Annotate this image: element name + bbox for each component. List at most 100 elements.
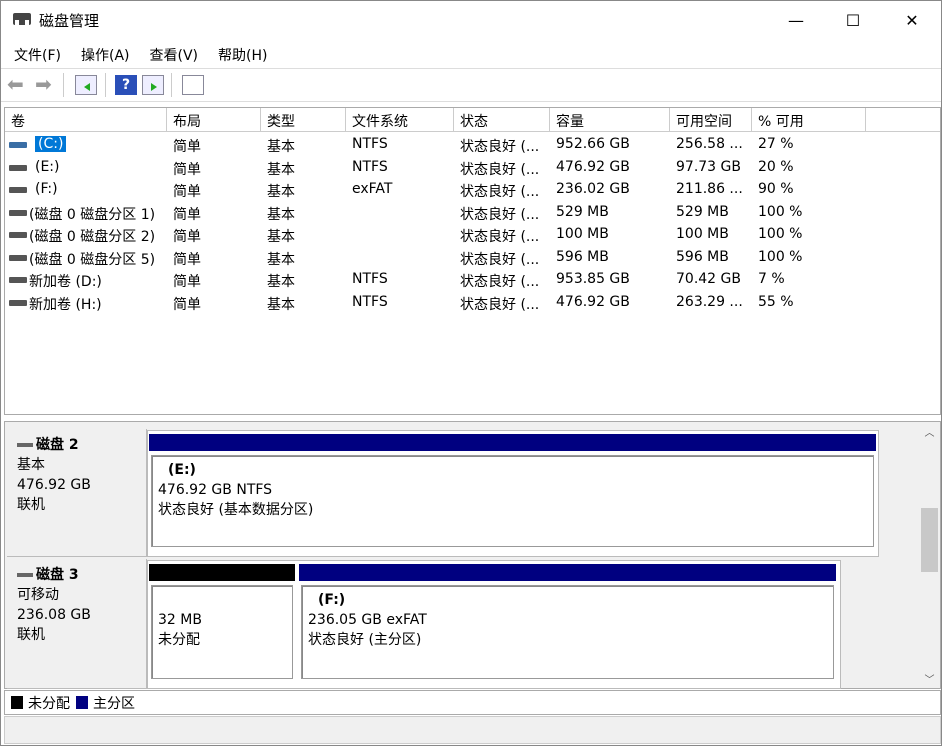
cell-status: 状态良好 (... <box>460 251 540 268</box>
drive-icon <box>9 254 27 261</box>
cell-capacity: 236.02 GB <box>556 181 630 197</box>
drive-icon <box>9 232 27 238</box>
column-header-type[interactable]: 类型 <box>261 108 346 132</box>
drive-icon <box>9 277 27 283</box>
column-header-filesystem[interactable]: 文件系统 <box>346 108 454 132</box>
cell-free-space: 100 MB <box>676 226 729 242</box>
disk-type: 可移动 <box>17 587 59 603</box>
drive-icon <box>9 187 27 193</box>
partition-primary[interactable]: (E:) 476.92 GB NTFS 状态良好 (基本数据分区) <box>151 455 874 547</box>
column-header-percent-free[interactable]: % 可用 <box>752 108 866 132</box>
drive-icon <box>9 142 27 148</box>
cell-type: 基本 <box>267 161 295 178</box>
table-row[interactable]: (磁盘 0 磁盘分区 2) 简单 基本 状态良好 (... 100 MB 100 MB 10… <box>5 224 940 246</box>
cell-filesystem: exFAT <box>352 181 393 197</box>
cell-free-space: 70.42 GB <box>676 271 741 287</box>
cell-layout: 简单 <box>173 139 201 155</box>
cell-filesystem: NTFS <box>352 158 388 175</box>
forward-arrow-icon[interactable]: ➡ <box>35 74 57 95</box>
toolbar: ⬅ ➡ ? <box>1 68 941 102</box>
cell-free-space: 263.29 ... <box>676 293 743 310</box>
table-row[interactable]: (E:) 简单 基本 NTFS 状态良好 (... 476.92 GB 97.73 GB 20… <box>5 157 940 179</box>
table-row[interactable]: 新加卷 (H:) 简单 基本 NTFS 状态良好 (... 476.92 GB 263.29… <box>5 292 940 314</box>
cell-type: 基本 <box>267 274 295 290</box>
legend: 未分配 主分区 <box>4 690 941 715</box>
partition-bar-primary <box>299 564 836 581</box>
column-header-free-space[interactable]: 可用空间 <box>670 108 752 132</box>
cell-status: 状态良好 (... <box>460 206 540 223</box>
cell-layout: 简单 <box>173 184 201 200</box>
partition-info: 476.92 GB NTFS <box>158 482 273 498</box>
menu-help[interactable]: 帮助(H) <box>205 41 267 67</box>
volume-list: 卷布局 类型 文件系统 状态 容量 可用空间% 可用 (C:) 简单 基本 NTFS 状态良好 (.… <box>4 107 941 415</box>
disk-label-1[interactable]: 磁盘 3 可移动 236.08 GB 联机 <box>7 559 147 689</box>
title-bar: 磁盘管理 — ☐ ✕ <box>1 1 941 39</box>
cell-percent-free: 100 % <box>758 203 803 220</box>
column-header-capacity[interactable]: 容量 <box>550 108 670 132</box>
cell-volume: (F:) <box>35 181 58 197</box>
cell-percent-free: 7 % <box>758 271 785 287</box>
cell-volume: (磁盘 0 磁盘分区 1) <box>29 206 156 223</box>
cell-volume: (磁盘 0 磁盘分区 2) <box>29 229 156 245</box>
column-header-layout[interactable]: 布局 <box>167 108 261 132</box>
status-bar <box>4 716 941 744</box>
scroll-up-icon[interactable]: ︿ <box>919 424 940 439</box>
table-row[interactable]: (F:) 简单 基本 exFAT 状态良好 (... 236.02 GB 211.86 ..… <box>5 179 940 201</box>
cell-capacity: 476.92 GB <box>556 293 630 310</box>
cell-layout: 简单 <box>173 206 201 223</box>
cell-percent-free: 27 % <box>758 136 794 152</box>
partition-info: 236.05 GB exFAT <box>308 612 427 628</box>
disk-label-0[interactable]: 磁盘 2 基本 476.92 GB 联机 <box>7 429 147 557</box>
disk-status: 联机 <box>17 497 45 513</box>
column-header-status[interactable]: 状态 <box>454 108 550 132</box>
cell-layout: 简单 <box>173 274 201 290</box>
menu-file[interactable]: 文件(F) <box>1 41 61 67</box>
properties-list-icon[interactable] <box>182 75 204 95</box>
show-action-pane-icon[interactable] <box>142 75 164 95</box>
menu-action[interactable]: 操作(A) <box>68 41 130 67</box>
partition-bar-unallocated <box>149 564 295 581</box>
window-title: 磁盘管理 <box>39 12 100 30</box>
vertical-scrollbar[interactable]: ︿ ﹀ <box>919 422 940 688</box>
table-row[interactable]: 新加卷 (D:) 简单 基本 NTFS 状态良好 (... 953.85 GB 70.42 … <box>5 269 940 291</box>
partition-label <box>158 590 286 610</box>
cell-layout: 简单 <box>173 161 201 178</box>
help-icon[interactable]: ? <box>115 75 137 95</box>
partition-label: (F:) <box>318 592 346 608</box>
cell-layout: 简单 <box>173 229 201 245</box>
cell-percent-free: 20 % <box>758 158 794 175</box>
column-header-volume[interactable]: 卷 <box>5 108 167 132</box>
cell-filesystem: NTFS <box>352 271 388 287</box>
cell-status: 状态良好 (... <box>460 184 540 200</box>
cell-layout: 简单 <box>173 296 201 313</box>
disk-status: 联机 <box>17 627 45 643</box>
partition-primary[interactable]: (F:) 236.05 GB exFAT 状态良好 (主分区) <box>301 585 834 679</box>
disk-icon <box>17 573 33 577</box>
table-row[interactable]: (C:) 简单 基本 NTFS 状态良好 (... 952.66 GB 256.58 ...… <box>5 134 940 156</box>
maximize-button[interactable]: ☐ <box>830 1 876 39</box>
scrollbar-thumb[interactable] <box>921 508 938 572</box>
cell-volume: (C:) <box>35 136 67 152</box>
cell-free-space: 596 MB <box>676 248 729 265</box>
cell-percent-free: 100 % <box>758 248 803 265</box>
cell-volume: 新加卷 (D:) <box>29 274 102 290</box>
scroll-down-icon[interactable]: ﹀ <box>919 671 940 686</box>
cell-percent-free: 100 % <box>758 226 803 242</box>
legend-swatch-unallocated <box>11 696 23 709</box>
table-row[interactable]: (磁盘 0 磁盘分区 5) 简单 基本 状态良好 (... 596 MB 596 MB 10… <box>5 247 940 269</box>
close-button[interactable]: ✕ <box>889 1 935 39</box>
minimize-button[interactable]: — <box>773 1 819 39</box>
disk-management-icon <box>13 13 31 25</box>
menu-bar: 文件(F) 操作(A) 查看(V) 帮助(H) <box>1 41 274 67</box>
cell-volume: (E:) <box>35 158 60 175</box>
table-row[interactable]: (磁盘 0 磁盘分区 1) 简单 基本 状态良好 (... 529 MB 529 MB 10… <box>5 202 940 224</box>
show-hide-console-tree-icon[interactable] <box>75 75 97 95</box>
legend-primary: 主分区 <box>93 695 135 712</box>
menu-view[interactable]: 查看(V) <box>137 41 199 67</box>
back-arrow-icon[interactable]: ⬅ <box>7 74 29 95</box>
disk-icon <box>17 443 33 447</box>
partition-unallocated[interactable]: 32 MB 未分配 <box>151 585 293 679</box>
cell-free-space: 211.86 ... <box>676 181 743 197</box>
cell-capacity: 952.66 GB <box>556 136 630 152</box>
cell-type: 基本 <box>267 184 295 200</box>
